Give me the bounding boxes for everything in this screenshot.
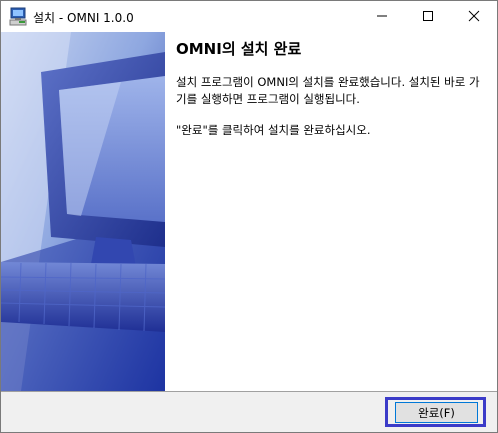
close-icon [468,7,480,26]
minimize-icon [376,7,388,26]
maximize-button[interactable] [405,1,451,32]
wizard-sidebar-image [1,32,165,391]
title-bar[interactable]: 설치 - OMNI 1.0.0 [1,1,497,32]
finish-instruction: "완료"를 클릭하여 설치를 완료하십시오. [176,123,371,137]
window-title: 설치 - OMNI 1.0.0 [33,11,134,25]
maximize-icon [422,7,434,26]
installer-window: 설치 - OMNI 1.0.0 OMNI의 설치 완료 설치 프로그램이 OMN… [0,0,498,433]
wizard-footer: 완료(F) [1,392,497,432]
minimize-button[interactable] [359,1,405,32]
close-button[interactable] [451,1,497,32]
page-title: OMNI의 설치 완료 [176,40,302,58]
installer-computer-icon [9,7,29,27]
wizard-content: OMNI의 설치 완료 설치 프로그램이 OMNI의 설치를 완료했습니다. 설… [165,32,497,391]
completion-message: 설치 프로그램이 OMNI의 설치를 완료했습니다. 설치된 바로 가기를 실행… [176,75,480,106]
finish-button[interactable]: 완료(F) [395,402,478,423]
